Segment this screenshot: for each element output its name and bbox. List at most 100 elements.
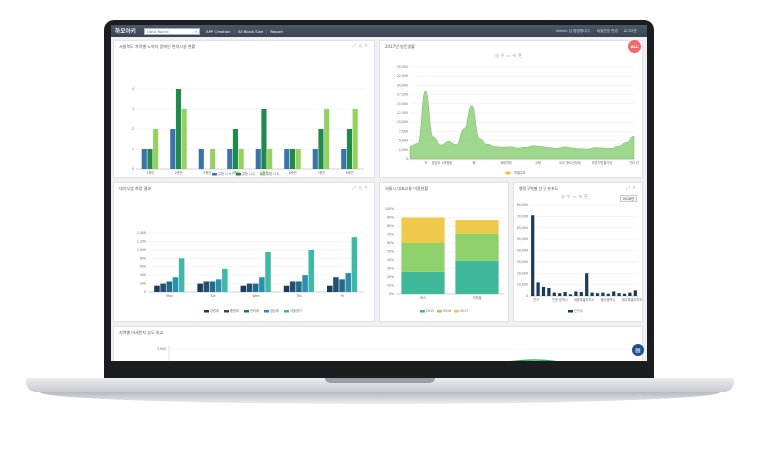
search-icon[interactable]: ⌕ (195, 29, 197, 34)
bar (590, 292, 594, 296)
bar (318, 129, 324, 169)
air-quality-bar-chart: 0 200 400 600 800 1,000 1,200 1,400 Mon Tue Wed Thu… (137, 231, 364, 313)
x-tick-label: 허 (425, 160, 428, 165)
bar (215, 279, 222, 292)
bar (352, 109, 358, 169)
bar (209, 281, 216, 292)
y-tick-label: 1,200 (137, 239, 146, 243)
y-tick-label: 10,000 (517, 283, 528, 287)
bar (160, 283, 166, 292)
dust-line-chart: 3,000 (157, 345, 634, 361)
y-tick-label: 600 (140, 265, 146, 269)
panel-visit-chart: 2017년 방문생활 ◎⚲▭⟲⎘ 0 2,500 5,000 7,500 10,000 1… (379, 40, 643, 178)
x-tick-label: 인천 광역시 (552, 297, 568, 302)
change-password-link[interactable]: 비밀번호 변경 (597, 29, 618, 34)
all-button[interactable]: ALL (628, 40, 641, 53)
bar (612, 291, 616, 296)
save-fab-icon[interactable]: ▤ (632, 344, 644, 356)
legend-label: 서울경기 (290, 308, 302, 313)
legend-swatch (420, 310, 425, 313)
bar (197, 283, 203, 292)
bar (351, 237, 358, 292)
y-tick-label: 40,000 (517, 249, 528, 253)
top-navigation-bar: 하모아키 Data Board ⌕ APP Creation | All Blo… (111, 25, 647, 37)
y-tick-label: 3,000 (157, 347, 166, 351)
area-series (409, 90, 635, 160)
search-input[interactable]: Data Board ⌕ (144, 27, 201, 35)
bar (255, 149, 261, 169)
bar (302, 275, 308, 292)
y-tick-label: 200 (140, 282, 146, 286)
x-tick-label: 1층안 (146, 170, 154, 175)
y-tick-label: 1,000 (137, 248, 146, 252)
legend-swatch (244, 310, 249, 313)
y-tick-label: 7,500 (399, 129, 408, 133)
x-tick-label: 울산광역시 (601, 297, 616, 302)
x-tick-label: Wed (253, 294, 260, 298)
y-tick-label: 0 (144, 290, 146, 294)
bar-segment (455, 233, 499, 261)
x-tick-label: 인구 (533, 297, 539, 302)
panel-facility-chart: 서울북도 자치별 노약자 장애인 편의시설 현황 ⤢◎✕ 0 1 2 3 4 1층안 2층안… (113, 40, 375, 178)
y-tick-label: 0 (406, 157, 408, 161)
bar (308, 249, 315, 292)
bar (170, 129, 176, 169)
bar (283, 285, 290, 292)
app-logo[interactable]: 하모아키 (115, 27, 136, 35)
x-tick-label: 계대약부 (500, 160, 512, 165)
bar (574, 291, 578, 296)
bar (541, 286, 546, 296)
bar (345, 273, 352, 292)
bar-segment (401, 243, 445, 272)
x-tick-label: 고령 (535, 160, 541, 165)
bar (568, 294, 573, 296)
y-tick-label: 10,000 (397, 120, 408, 124)
population-bar-chart: 0 10,000 20,000 30,000 40,000 50,000 60,000 70,… (517, 203, 642, 313)
panel-air-quality-chart: 대기오염 측정 결과 ⤢◎✕ 0 200 400 600 800 1,000 1,200 1,… (113, 182, 375, 322)
bar-segment (455, 220, 499, 234)
nav-all-block-size[interactable]: All Block Size (238, 29, 263, 34)
laptop-notch (325, 378, 435, 383)
bar (175, 89, 182, 169)
y-tick-label: 20% (387, 275, 394, 279)
bar (531, 215, 535, 296)
x-tick-label: 해 (473, 160, 476, 165)
panel-population-chart: 행정구역별 인구 분포도 ⤢✕ ◎⚲▭⟲⎘ 2018년 0 10,000 20,00… (513, 182, 643, 322)
user-greeting[interactable]: Admin 님 환영합니다. (556, 29, 591, 34)
bar (246, 283, 253, 292)
legend-swatch (224, 310, 229, 313)
y-tick-label: 4 (132, 87, 134, 91)
y-tick-label: 0% (389, 292, 394, 296)
nav-report[interactable]: Report (270, 29, 283, 34)
bar (222, 268, 228, 292)
bar (289, 281, 296, 292)
bar (606, 293, 610, 296)
logout-link[interactable]: 로그아웃 (624, 29, 637, 34)
bar (547, 288, 551, 296)
bar (210, 149, 216, 169)
bar (552, 292, 556, 296)
y-tick-label: 50% (387, 250, 394, 254)
bar (333, 277, 339, 292)
y-tick-label: 0 (132, 167, 134, 171)
bar (585, 273, 589, 296)
legend-label: 월별주요 (514, 170, 526, 175)
legend-label: 유형 1(3) (266, 171, 279, 176)
bar (153, 129, 159, 169)
legend-label: 유형 1(1) (218, 171, 231, 176)
bar (324, 109, 330, 169)
y-tick-label: 20,000 (517, 271, 528, 275)
x-tick-label: 6층안 (289, 170, 297, 175)
bar-segment (401, 271, 445, 294)
legend-swatch (236, 173, 241, 176)
y-tick-label: 20,000 (397, 83, 408, 87)
nav-app-creation[interactable]: APP Creation (206, 29, 230, 34)
y-tick-label: 60,000 (517, 226, 528, 230)
y-tick-label: 80% (387, 224, 394, 228)
x-tick-label: 세종특별자치시 (574, 297, 595, 302)
x-tick-label: 2층안 (175, 170, 183, 175)
laptop-screen: 하모아키 Data Board ⌕ APP Creation | All Blo… (111, 25, 647, 361)
x-tick-label: 버스 (420, 295, 426, 300)
bar (227, 149, 233, 169)
nav-separator: | (266, 28, 268, 34)
